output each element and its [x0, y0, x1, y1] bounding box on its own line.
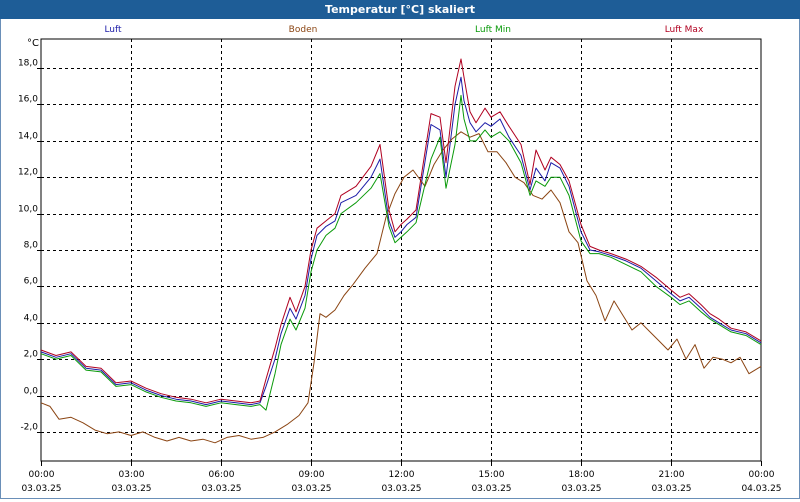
- legend-boden: Boden: [289, 25, 318, 35]
- x-tick-date-label: 03.03.25: [471, 484, 511, 494]
- x-tick-time-label: 03:00: [119, 470, 145, 480]
- y-tick-label: 2,0: [24, 350, 39, 360]
- x-tick-time-label: 00:00: [29, 470, 55, 480]
- x-tick-time-label: 18:00: [569, 470, 595, 480]
- x-tick-date-label: 03.03.25: [21, 484, 61, 494]
- y-tick-label: -2,0: [20, 423, 38, 433]
- x-tick-date-label: 03.03.25: [201, 484, 241, 494]
- chart-title: Temperatur [°C] skaliert: [0, 0, 800, 19]
- y-tick-label: 6,0: [24, 277, 39, 287]
- legend-luft-min: Luft Min: [475, 25, 511, 35]
- y-tick-label: 12,0: [18, 168, 38, 178]
- x-tick-time-label: 06:00: [209, 470, 235, 480]
- y-tick-label: 10,0: [18, 205, 38, 215]
- y-axis-unit-label: °C: [27, 38, 39, 49]
- x-tick-time-label: 15:00: [479, 470, 505, 480]
- legend-luft: Luft: [104, 25, 122, 35]
- x-tick-date-label: 03.03.25: [381, 484, 421, 494]
- line-chart: -2,0 0,0 2,0 4,0 6,0 8,0 10,0 12,0 14,0 16,0 18,0 0…: [18, 25, 782, 494]
- x-tick-date-label: 04.03.25: [741, 484, 781, 494]
- y-tick-label: 16,0: [18, 95, 38, 105]
- y-tick-label: 14,0: [18, 132, 38, 142]
- x-tick-date-label: 03.03.25: [111, 484, 151, 494]
- chart-frame: -2,0 0,0 2,0 4,0 6,0 8,0 10,0 12,0 14,0 16,0 18,0 0…: [0, 19, 800, 499]
- x-tick-time-label: 12:00: [389, 470, 415, 480]
- x-tick-time-label: 09:00: [299, 470, 325, 480]
- legend-luft-max: Luft Max: [665, 25, 704, 35]
- x-tick-date-label: 03.03.25: [291, 484, 331, 494]
- y-tick-label: 4,0: [24, 314, 39, 324]
- x-tick-time-label: 21:00: [659, 470, 685, 480]
- y-tick-label: 18,0: [18, 59, 38, 69]
- x-tick-date-label: 03.03.25: [561, 484, 601, 494]
- y-tick-label: 8,0: [24, 241, 39, 251]
- x-tick-date-label: 03.03.25: [651, 484, 691, 494]
- y-tick-label: 0,0: [24, 387, 39, 397]
- x-tick-time-label: 00:00: [749, 470, 775, 480]
